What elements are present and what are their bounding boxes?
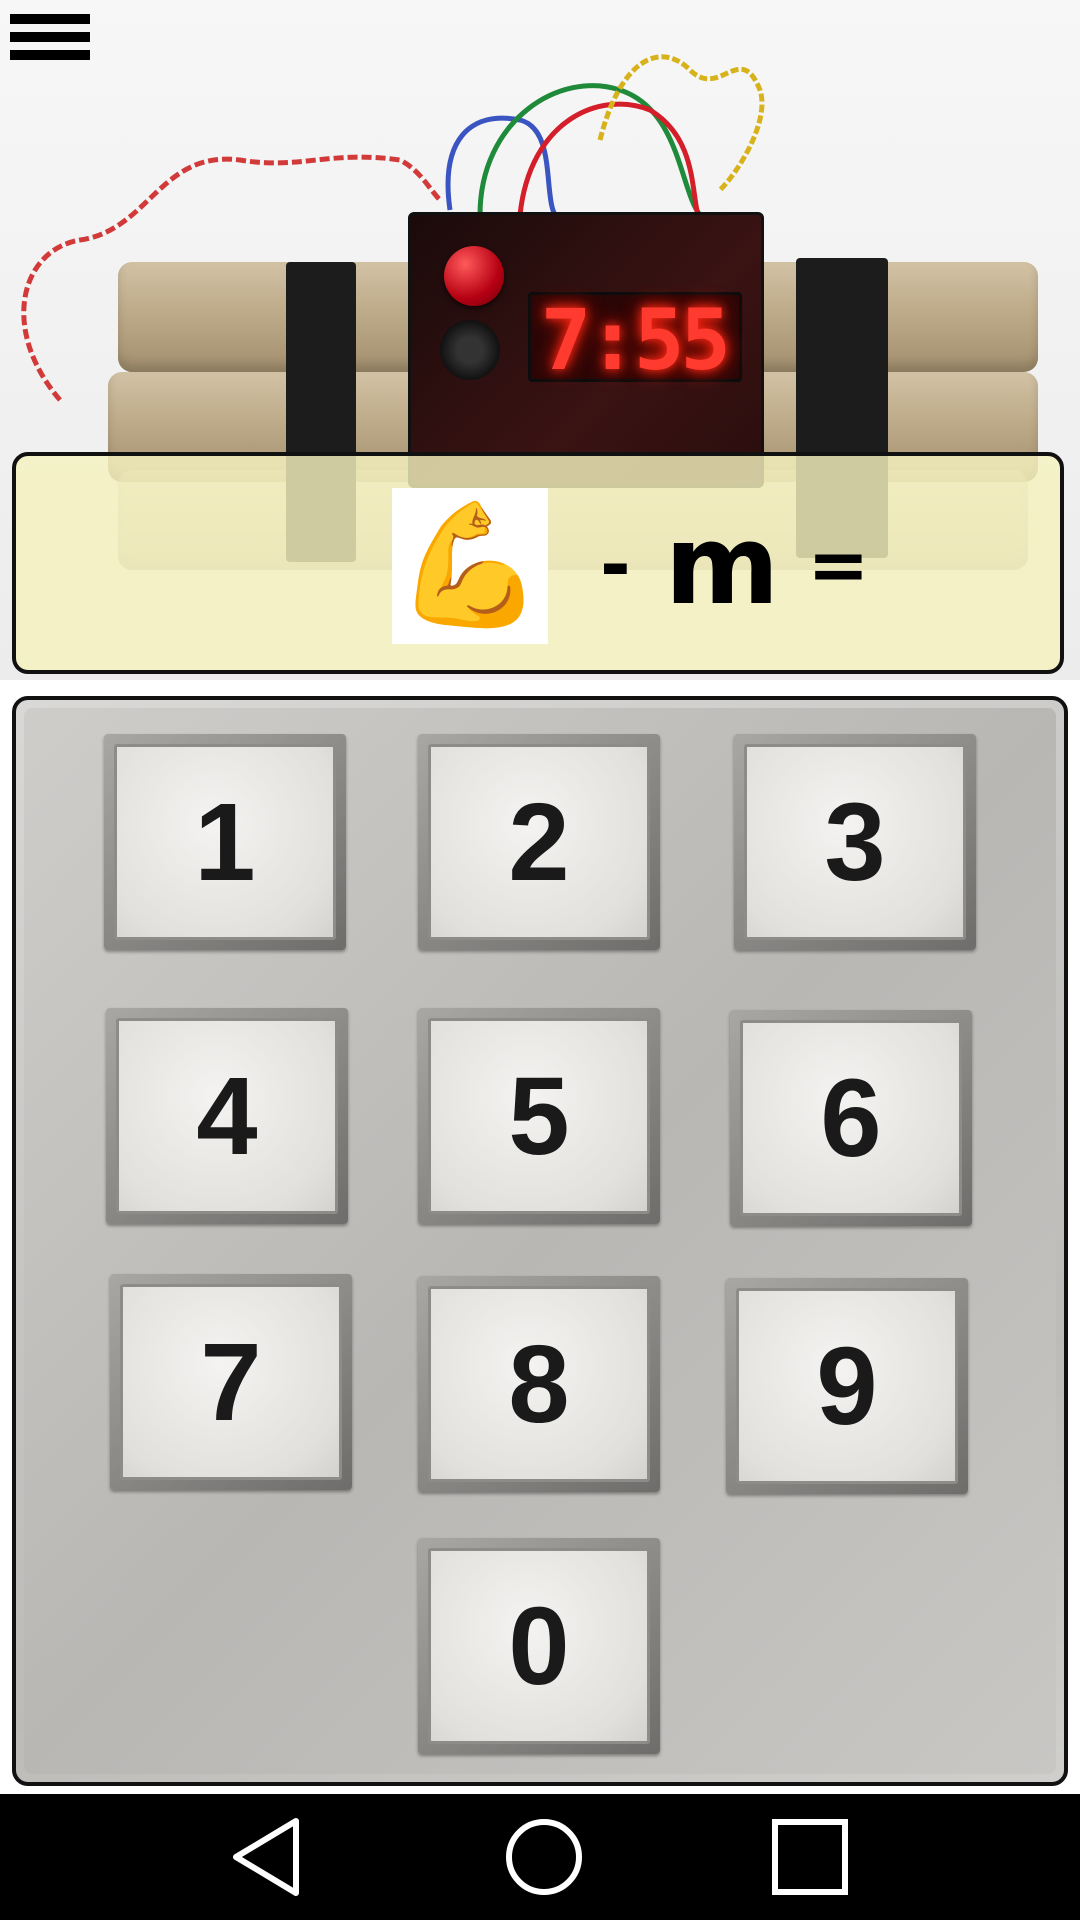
- countdown-timer-display: 7:55: [528, 292, 742, 385]
- circle-home-icon[interactable]: [504, 1817, 584, 1897]
- key-label: 8: [428, 1286, 650, 1482]
- key-label: 0: [428, 1548, 650, 1744]
- keypad-key-7[interactable]: 7: [110, 1274, 352, 1490]
- keypad-key-9[interactable]: 9: [726, 1278, 968, 1494]
- system-navigation-bar: [0, 1794, 1080, 1920]
- key-label: 4: [116, 1018, 338, 1214]
- menu-bar: [10, 50, 90, 60]
- keypad-key-6[interactable]: 6: [730, 1010, 972, 1226]
- keypad-key-4[interactable]: 4: [106, 1008, 348, 1224]
- riddle-equation-panel: 💪 - m =: [12, 452, 1064, 674]
- keypad-key-0[interactable]: 0: [418, 1538, 660, 1754]
- keypad-key-1[interactable]: 1: [104, 734, 346, 950]
- minus-operator: -: [600, 522, 631, 608]
- key-label: 1: [114, 744, 336, 940]
- key-label: 3: [744, 744, 966, 940]
- key-label: 2: [428, 744, 650, 940]
- key-label: 6: [740, 1020, 962, 1216]
- keypad-key-5[interactable]: 5: [418, 1008, 660, 1224]
- keypad-key-8[interactable]: 8: [418, 1276, 660, 1492]
- menu-bar: [10, 32, 90, 42]
- keypad-key-3[interactable]: 3: [734, 734, 976, 950]
- triangle-back-icon[interactable]: [226, 1817, 306, 1897]
- equals-operator: =: [807, 522, 870, 608]
- square-recent-apps-icon[interactable]: [770, 1817, 850, 1897]
- hamburger-menu-icon[interactable]: [10, 14, 90, 78]
- red-detonator-button: [444, 246, 504, 306]
- keypad-key-2[interactable]: 2: [418, 734, 660, 950]
- key-label: 9: [736, 1288, 958, 1484]
- equation-text: - m =: [600, 490, 869, 640]
- buzzer: [440, 320, 500, 380]
- numeric-keypad: 1 2 3 4 5 6 7 8 9 0: [12, 696, 1068, 1786]
- key-label: 5: [428, 1018, 650, 1214]
- key-label: 7: [120, 1284, 342, 1480]
- equation-letter: m: [664, 501, 780, 629]
- flexed-biceps-emoji-icon: 💪: [392, 488, 548, 644]
- menu-bar: [10, 14, 90, 24]
